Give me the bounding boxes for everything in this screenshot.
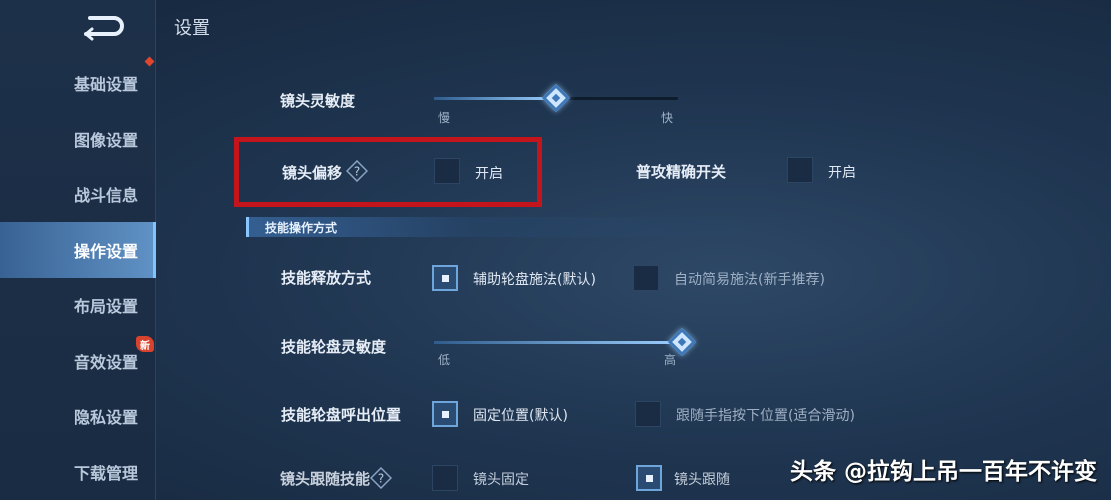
new-badge: 新 (136, 336, 154, 352)
svg-text:?: ? (378, 472, 384, 486)
camera-follow-option2-checkbox[interactable] (636, 465, 662, 491)
precise-attack-label: 普攻精确开关 (636, 163, 727, 181)
camera-follow-option2: 镜头跟随 (674, 472, 730, 488)
sidebar-item-label: 图像设置 (74, 131, 139, 150)
skill-cast-option1-checkbox[interactable] (432, 265, 458, 291)
wheel-sensitivity-label: 技能轮盘灵敏度 (281, 338, 387, 356)
skill-cast-option2: 自动简易施法(新手推荐) (674, 272, 825, 288)
wheel-position-option1-checkbox[interactable] (432, 401, 458, 427)
highlight-box (234, 137, 542, 207)
sidebar-item-graphics[interactable]: 图像设置 (0, 111, 156, 167)
sidebar-item-privacy[interactable]: 隐私设置 (0, 388, 156, 444)
slider-min-label: 低 (438, 353, 451, 367)
section-header: 技能操作方式 (246, 217, 806, 237)
section-title: 技能操作方式 (265, 220, 338, 235)
sidebar-item-label: 下载管理 (74, 464, 139, 483)
skill-cast-label: 技能释放方式 (281, 269, 372, 287)
slider-fill (434, 97, 556, 100)
wheel-sensitivity-slider[interactable] (434, 341, 682, 344)
sidebar-item-downloads[interactable]: 下载管理 (0, 444, 156, 500)
sidebar-item-label: 基础设置 (74, 75, 139, 94)
sidebar-item-label: 战斗信息 (74, 186, 139, 205)
sidebar-item-label: 隐私设置 (74, 408, 139, 427)
sidebar-item-controls[interactable]: 操作设置 (0, 222, 156, 278)
page-title: 设置 (174, 18, 210, 39)
camera-follow-option1-checkbox[interactable] (432, 465, 458, 491)
help-icon[interactable]: ? (370, 467, 392, 489)
skill-cast-option2-checkbox[interactable] (633, 265, 659, 291)
slider-fill (434, 341, 682, 344)
sidebar: 基础设置 图像设置 战斗信息 操作设置 布局设置 音效设置 新 隐私设置 下载管… (0, 0, 156, 500)
wheel-position-label: 技能轮盘呼出位置 (281, 406, 402, 424)
back-arrow-icon[interactable] (80, 10, 130, 42)
camera-sensitivity-knob[interactable] (541, 83, 571, 113)
skill-cast-option1: 辅助轮盘施法(默认) (473, 272, 596, 288)
camera-follow-option1: 镜头固定 (473, 472, 529, 488)
sidebar-item-basic[interactable]: 基础设置 (0, 55, 156, 111)
slider-max-label: 高 (664, 353, 677, 367)
sidebar-item-label: 音效设置 (74, 353, 139, 372)
sidebar-item-label: 操作设置 (74, 242, 139, 261)
sidebar-item-battle-info[interactable]: 战斗信息 (0, 166, 156, 222)
sidebar-item-layout[interactable]: 布局设置 (0, 277, 156, 333)
wheel-position-option2-checkbox[interactable] (635, 401, 661, 427)
wheel-position-option1: 固定位置(默认) (473, 408, 568, 424)
precise-attack-checkbox[interactable] (787, 157, 813, 183)
camera-sensitivity-label: 镜头灵敏度 (280, 92, 356, 110)
precise-attack-option: 开启 (828, 165, 856, 181)
sidebar-item-sound[interactable]: 音效设置 (0, 333, 156, 389)
camera-follow-label: 镜头跟随技能 (280, 470, 371, 488)
slider-min-label: 慢 (438, 111, 451, 125)
slider-max-label: 快 (661, 111, 674, 125)
wheel-position-option2: 跟随手指按下位置(适合滑动) (676, 408, 855, 424)
sidebar-item-label: 布局设置 (74, 297, 139, 316)
watermark: 头条 @拉钩上吊一百年不许变 (789, 459, 1097, 485)
